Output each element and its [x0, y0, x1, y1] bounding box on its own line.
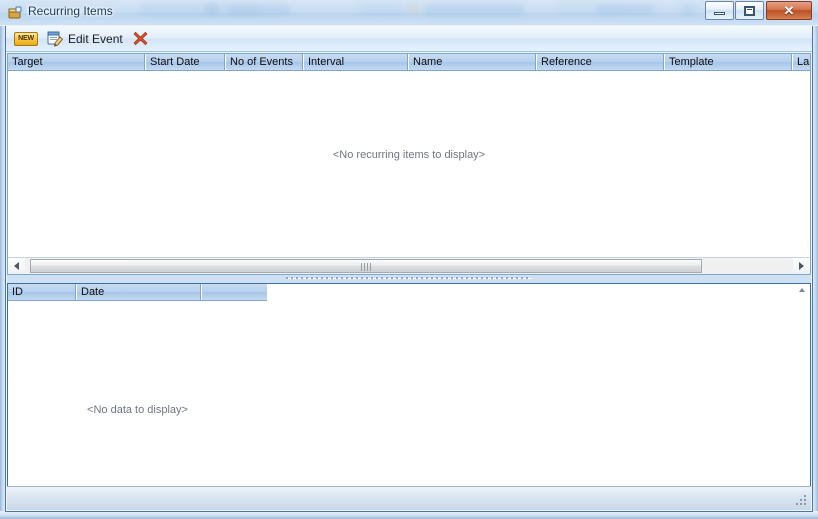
recurring-items-grid[interactable]: Target Start Date No of Events Interval …: [7, 53, 811, 275]
column-header-reference[interactable]: Reference: [536, 54, 664, 70]
statusbar: [7, 486, 811, 510]
column-header-start-date[interactable]: Start Date: [145, 54, 225, 70]
minimize-icon: [706, 2, 733, 19]
delete-red-x-icon[interactable]: [133, 31, 148, 46]
scroll-up-arrow[interactable]: [798, 285, 806, 293]
column-header-id[interactable]: ID: [8, 284, 76, 300]
new-badge-icon[interactable]: NEW: [14, 31, 38, 46]
window-titlebar[interactable]: Recurring Items ✕: [0, 0, 818, 26]
minimize-button[interactable]: [705, 1, 734, 20]
event-dates-empty-message: <No data to display>: [87, 404, 188, 416]
resize-grip[interactable]: [795, 494, 808, 507]
column-header-last[interactable]: La: [792, 54, 810, 70]
recurring-items-empty-message: <No recurring items to display>: [332, 149, 486, 161]
edit-event-label[interactable]: Edit Event: [68, 32, 123, 46]
event-dates-grid-header: ID Date: [8, 284, 267, 301]
column-header-date[interactable]: Date: [76, 284, 201, 300]
scroll-right-arrow[interactable]: [793, 258, 810, 274]
scrollbar-thumb[interactable]: [30, 259, 702, 273]
column-header-interval[interactable]: Interval: [303, 54, 408, 70]
column-header-blank[interactable]: [201, 284, 267, 300]
edit-event-icon[interactable]: [47, 31, 64, 47]
scrollbar-grip: [361, 263, 371, 271]
window-frame-bottom: [0, 511, 818, 519]
calendar-box-icon: [7, 5, 23, 21]
maximize-button[interactable]: [735, 1, 764, 20]
horizontal-scrollbar[interactable]: [8, 257, 810, 274]
toolbar: NEW Edit Event: [6, 26, 812, 52]
window-client-area: NEW Edit Event Target Start Date No of E…: [5, 26, 813, 512]
close-button[interactable]: ✕: [766, 1, 812, 20]
window-title: Recurring Items: [28, 4, 113, 18]
panel-splitter[interactable]: [7, 275, 811, 283]
scroll-left-arrow[interactable]: [8, 258, 25, 274]
column-header-target[interactable]: Target: [8, 54, 145, 70]
maximize-icon: [736, 2, 763, 19]
splitter-grip: [286, 277, 531, 281]
recurring-items-grid-header: Target Start Date No of Events Interval …: [8, 54, 810, 71]
column-header-name[interactable]: Name: [408, 54, 536, 70]
event-dates-grid[interactable]: ID Date <No data to display>: [7, 283, 811, 499]
column-header-template[interactable]: Template: [664, 54, 792, 70]
column-header-no-of-events[interactable]: No of Events: [225, 54, 303, 70]
close-icon: ✕: [783, 3, 795, 18]
recurring-items-window: Recurring Items ✕ NEW Edit Event Target …: [0, 0, 818, 519]
